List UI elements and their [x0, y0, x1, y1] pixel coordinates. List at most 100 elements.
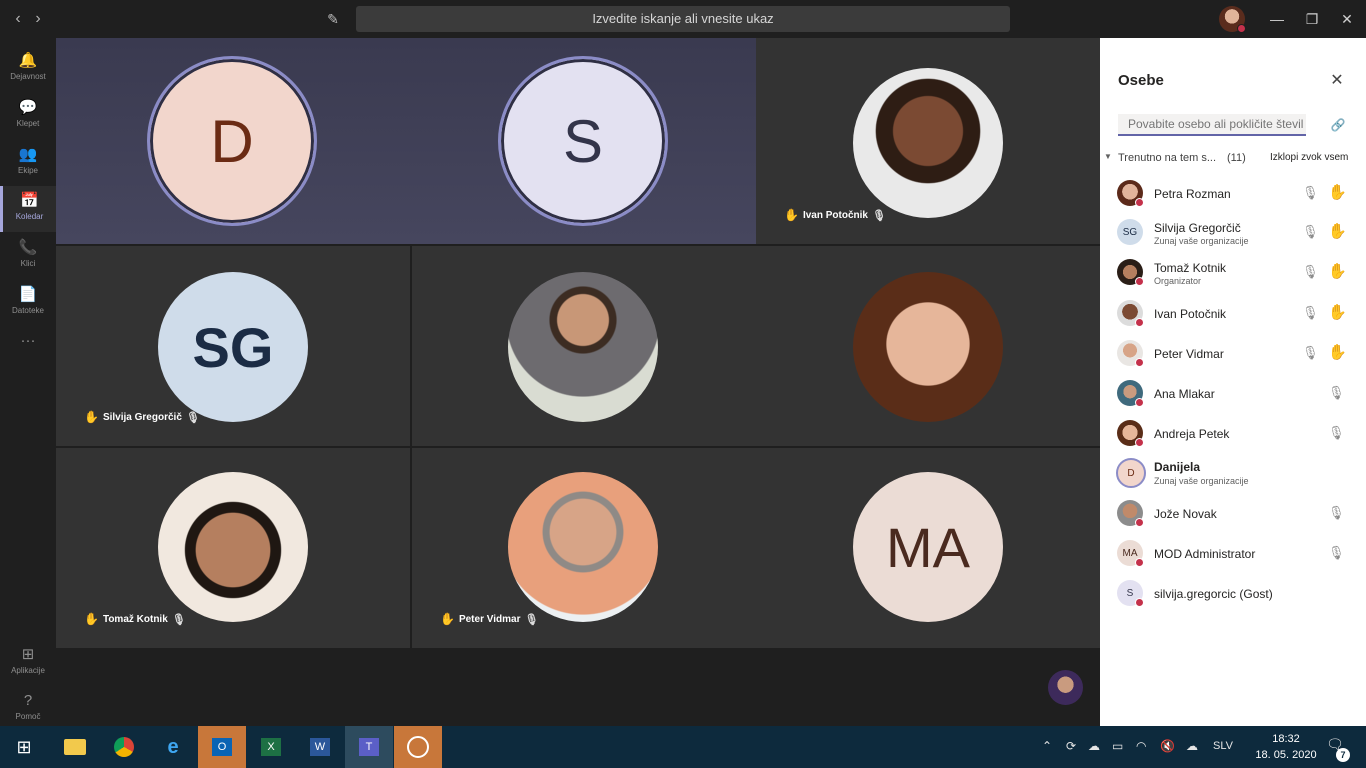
participant-row[interactable]: Andreja Petek 🎙 [1116, 417, 1356, 453]
rail-item-calls[interactable]: 📞 Klici [0, 233, 56, 279]
video-tile[interactable]: D [56, 38, 410, 244]
photos-icon[interactable] [394, 726, 442, 768]
avatar [158, 472, 308, 622]
excel-icon[interactable]: X [247, 726, 295, 768]
presence-busy-icon [1135, 198, 1144, 207]
update-icon[interactable]: ⟳ [1066, 739, 1076, 753]
mic-off-icon[interactable]: 🎙 [1328, 385, 1345, 401]
back-icon[interactable]: ‹ [8, 9, 28, 29]
more-icon: ··· [20, 332, 36, 349]
presence-busy-icon [1135, 398, 1144, 407]
video-tile[interactable]: S [410, 38, 756, 244]
avatar [853, 68, 1003, 218]
participant-row[interactable]: Jože Novak 🎙 [1116, 497, 1356, 533]
calendar-icon: 📅 [20, 192, 39, 209]
search-input[interactable]: Izvedite iskanje ali vnesite ukaz [356, 6, 1010, 32]
link-icon[interactable]: 🔗 [1330, 117, 1346, 133]
cloud-sync-icon[interactable]: ☁ [1186, 739, 1198, 753]
avatar: D [147, 56, 317, 226]
clock-date[interactable]: 18. 05. 2020 [1246, 749, 1326, 761]
video-tile[interactable]: ✋ Peter Vidmar 🎙 [412, 448, 756, 648]
rail-item-chat[interactable]: 💬 Klepet [0, 93, 56, 139]
wifi-icon[interactable]: ◠ [1136, 739, 1146, 753]
presence-busy-icon [1135, 518, 1144, 527]
rail-item-teams[interactable]: 👥 Ekipe [0, 140, 56, 186]
video-tile[interactable]: ✋ Tomaž Kotnik 🎙 [56, 448, 410, 648]
teams-icon: 👥 [18, 146, 38, 163]
mic-off-icon[interactable]: 🎙 [1302, 305, 1319, 321]
close-icon[interactable]: ✕ [1328, 72, 1346, 90]
mic-off-icon[interactable]: 🎙 [1328, 505, 1345, 521]
rail-item-files[interactable]: 📄 Datoteke [0, 280, 56, 326]
app-rail: 🔔 Dejavnost 💬 Klepet 👥 Ekipe 📅 Koledar 📞… [0, 38, 56, 726]
bell-icon: 🔔 [18, 52, 38, 69]
file-explorer-icon[interactable] [51, 726, 99, 768]
participant-row[interactable]: Tomaž Kotnik Organizator 🎙 ✋ [1116, 256, 1356, 292]
language-indicator[interactable]: SLV [1213, 740, 1233, 752]
participant-row[interactable]: SG Silvija Gregorčič Zunaj vaše organiza… [1116, 216, 1356, 252]
chevron-down-icon[interactable]: ▼ [1104, 152, 1112, 161]
video-tile[interactable]: ✋ Ivan Potočnik 🎙 [756, 38, 1100, 244]
people-panel: Osebe ✕ 🔗 ▼ Trenutno na tem s... (11) Iz… [1100, 38, 1366, 726]
video-tile[interactable] [412, 246, 756, 446]
clock-time[interactable]: 18:32 [1256, 733, 1316, 745]
speaker-muted-icon[interactable]: 🔇 [1160, 739, 1175, 753]
raised-hand-icon: ✋ [84, 612, 99, 626]
avatar [508, 472, 658, 622]
raised-hand-icon: ✋ [1328, 263, 1347, 280]
invite-input[interactable] [1118, 114, 1306, 136]
chat-icon: 💬 [18, 99, 38, 116]
file-icon: 📄 [18, 286, 38, 303]
close-button[interactable]: ✕ [1336, 8, 1358, 30]
avatar [853, 272, 1003, 422]
rail-item-apps[interactable]: ⊞ Aplikacije [0, 640, 56, 686]
raised-hand-icon: ✋ [1328, 184, 1347, 201]
edge-icon[interactable]: e [149, 726, 197, 768]
video-tile[interactable]: MA [756, 448, 1100, 648]
mic-off-icon[interactable]: 🎙 [1302, 224, 1319, 240]
windows-start-icon[interactable]: ⊞ [0, 726, 48, 768]
avatar: MA [853, 472, 1003, 622]
raised-hand-icon: ✋ [1328, 304, 1347, 321]
presence-busy-icon [1135, 358, 1144, 367]
participant-row[interactable]: Ivan Potočnik 🎙 ✋ [1116, 297, 1356, 333]
phone-icon: 📞 [18, 239, 38, 256]
participant-row[interactable]: Ana Mlakar 🎙 [1116, 377, 1356, 413]
participant-row[interactable]: Peter Vidmar 🎙 ✋ [1116, 337, 1356, 373]
participant-row[interactable]: D Danijela Zunaj vaše organizacije [1116, 456, 1356, 492]
participant-row[interactable]: MA MOD Administrator 🎙 [1116, 537, 1356, 573]
mic-off-icon[interactable]: 🎙 [1328, 545, 1345, 561]
avatar: S [498, 56, 668, 226]
chrome-icon[interactable] [100, 726, 148, 768]
video-tile[interactable] [756, 246, 1100, 446]
participant-row[interactable]: Petra Rozman 🎙 ✋ [1116, 177, 1356, 213]
restore-button[interactable]: ❐ [1301, 8, 1323, 30]
panel-title: Osebe [1118, 72, 1164, 89]
raised-hand-icon: ✋ [1328, 344, 1347, 361]
word-icon[interactable]: W [296, 726, 344, 768]
mute-all-button[interactable]: Izklopi zvok vsem [1270, 152, 1348, 163]
rail-item-more[interactable]: ··· [0, 326, 56, 372]
mic-off-icon: 🎙 [185, 411, 200, 424]
cloud-icon[interactable]: ☁ [1088, 739, 1100, 753]
help-icon: ? [23, 692, 33, 709]
raised-hand-icon: ✋ [440, 612, 455, 626]
participant-row[interactable]: S silvija.gregorcic (Gost) [1116, 577, 1356, 613]
notification-count-badge: 7 [1336, 748, 1350, 762]
video-tile[interactable]: SG ✋ Silvija Gregorčič 🎙 [56, 246, 410, 446]
mic-off-icon[interactable]: 🎙 [1302, 185, 1319, 201]
forward-icon[interactable]: › [28, 9, 48, 29]
rail-item-activity[interactable]: 🔔 Dejavnost [0, 46, 56, 92]
mic-off-icon[interactable]: 🎙 [1302, 345, 1319, 361]
chevron-up-icon[interactable]: ⌃ [1042, 739, 1052, 753]
battery-icon[interactable]: ▭ [1112, 739, 1123, 753]
mic-off-icon[interactable]: 🎙 [1302, 264, 1319, 280]
mic-off-icon[interactable]: 🎙 [1328, 425, 1345, 441]
minimize-button[interactable]: — [1266, 8, 1288, 30]
outlook-icon[interactable]: O [198, 726, 246, 768]
rail-item-calendar[interactable]: 📅 Koledar [0, 186, 56, 232]
compose-icon[interactable]: ✎ [324, 10, 342, 28]
self-view-avatar[interactable] [1048, 670, 1083, 705]
participants-section-header[interactable]: ▼ Trenutno na tem s... (11) Izklopi zvok… [1104, 152, 1366, 166]
teams-taskbar-icon[interactable]: T [345, 726, 393, 768]
